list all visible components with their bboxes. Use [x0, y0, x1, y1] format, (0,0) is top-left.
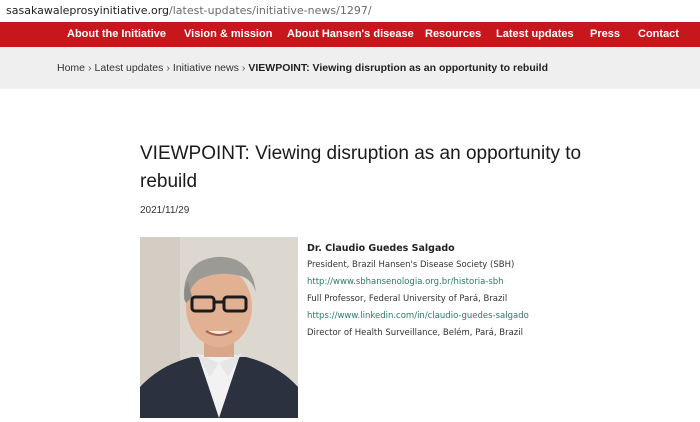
- breadcrumb-separator: ›: [241, 62, 246, 74]
- author-role-professor: Full Professor, Federal University of Pa…: [307, 294, 508, 304]
- nav-item-vision-mission[interactable]: Vision & mission: [184, 22, 272, 47]
- author-info: Dr. Claudio Guedes Salgado President, Br…: [307, 240, 529, 342]
- author-role-director: Director of Health Surveillance, Belém, …: [307, 328, 523, 338]
- linkedin-link[interactable]: https://www.linkedin.com/in/claudio-gued…: [307, 308, 529, 325]
- address-bar[interactable]: sasakawaleprosyinitiative.org/latest-upd…: [0, 0, 700, 22]
- breadcrumb: Home › Latest updates › Initiative news › VIEW…: [57, 47, 548, 89]
- breadcrumb-separator: ›: [88, 62, 92, 74]
- breadcrumb-current: VIEWPOINT: Viewing disruption as an oppo…: [248, 62, 549, 74]
- sbh-link[interactable]: http://www.sbhansenologia.org.br/histori…: [307, 274, 529, 291]
- author-name: Dr. Claudio Guedes Salgado: [307, 243, 455, 254]
- breadcrumb-separator: ›: [166, 62, 170, 74]
- nav-item-resources[interactable]: Resources: [425, 22, 481, 47]
- author-portrait-image: [140, 237, 298, 418]
- author-role-sbh: President, Brazil Hansen's Disease Socie…: [307, 260, 515, 270]
- url-host: sasakawaleprosyinitiative.org: [6, 4, 170, 17]
- main-nav: About the Initiative Vision & mission Ab…: [0, 22, 700, 47]
- breadcrumb-home[interactable]: Home: [57, 62, 85, 74]
- breadcrumb-bar: Home › Latest updates › Initiative news › VIEW…: [0, 47, 700, 89]
- article-date: 2021/11/29: [140, 205, 190, 216]
- nav-item-latest-updates[interactable]: Latest updates: [496, 22, 574, 47]
- url-path: /latest-updates/initiative-news/1297/: [169, 4, 372, 17]
- nav-item-about-hansens-disease[interactable]: About Hansen's disease: [287, 22, 414, 47]
- nav-item-about-initiative[interactable]: About the Initiative: [67, 22, 166, 47]
- nav-item-contact[interactable]: Contact: [638, 22, 679, 47]
- breadcrumb-initiative-news[interactable]: Initiative news: [173, 62, 239, 74]
- breadcrumb-latest-updates[interactable]: Latest updates: [95, 62, 164, 74]
- author-photo: [140, 237, 298, 418]
- nav-item-press[interactable]: Press: [590, 22, 620, 47]
- page-title: VIEWPOINT: Viewing disruption as an oppo…: [140, 143, 582, 192]
